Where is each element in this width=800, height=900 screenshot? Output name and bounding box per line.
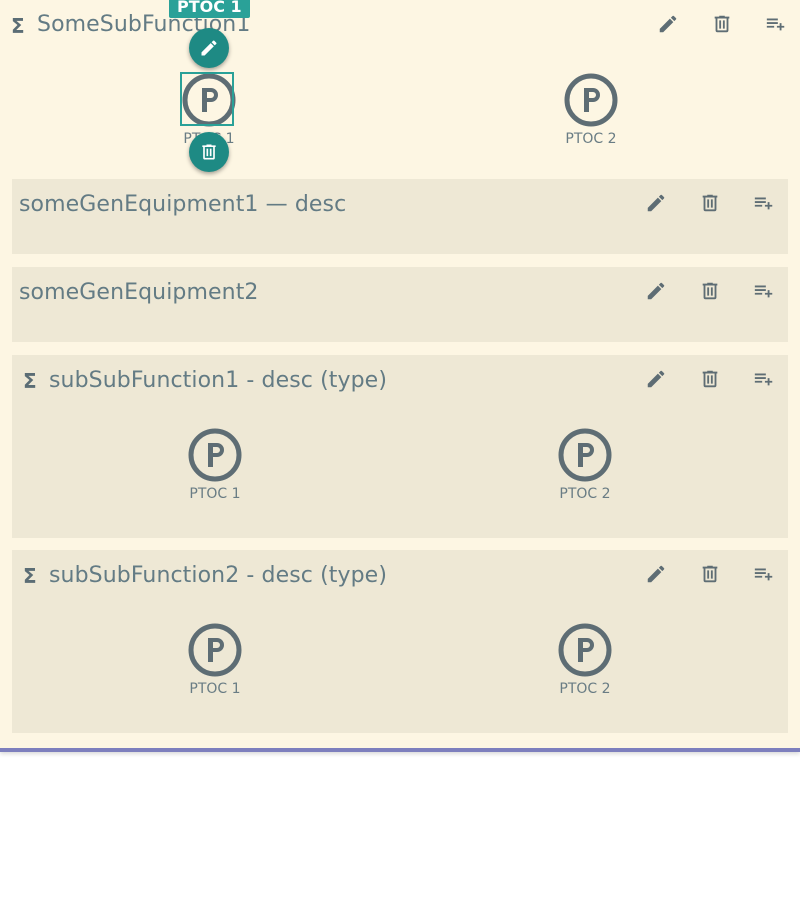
lnode-label: PTOC 1 <box>189 486 241 502</box>
playlist-add-icon <box>754 568 773 581</box>
pencil-icon <box>647 194 665 212</box>
lnode-ptoc-1[interactable]: PTOC 1 <box>160 427 270 502</box>
p-circle-icon <box>187 622 243 678</box>
playlist-add-icon <box>754 285 773 298</box>
equipment-card-1: someGenEquipment1 — desc <box>12 179 788 254</box>
edit-button[interactable] <box>643 561 669 587</box>
add-child-button[interactable] <box>751 278 777 304</box>
equipment-title: someGenEquipment2 <box>19 280 259 305</box>
selection-outline <box>180 72 234 126</box>
lnode-label: PTOC 1 <box>189 681 241 697</box>
delete-button[interactable] <box>709 11 735 37</box>
lnode-delete-fab[interactable] <box>189 132 229 172</box>
lnode-label: PTOC 2 <box>559 486 611 502</box>
lnode-edit-fab[interactable] <box>189 28 229 68</box>
playlist-add-icon <box>766 18 785 31</box>
pencil-icon <box>647 282 665 300</box>
delete-button[interactable] <box>697 190 723 216</box>
subsubfunction-card-1: Σ subSubFunction1 - desc (type) PTOC 1 P… <box>12 355 788 538</box>
edit-button[interactable] <box>655 11 681 37</box>
pencil-icon <box>647 565 665 583</box>
sigma-icon: Σ <box>11 14 25 38</box>
p-circle-icon <box>563 72 619 128</box>
trash-icon <box>702 282 718 300</box>
edit-button[interactable] <box>643 278 669 304</box>
subsubfunction-card-2: Σ subSubFunction2 - desc (type) PTOC 1 P… <box>12 550 788 733</box>
delete-button[interactable] <box>697 561 723 587</box>
p-circle-icon <box>557 622 613 678</box>
pencil-icon <box>647 370 665 388</box>
lnode-label: PTOC 2 <box>559 681 611 697</box>
subfunction-header: Σ SomeSubFunction1 <box>0 0 800 50</box>
add-child-button[interactable] <box>751 190 777 216</box>
lnode-ptoc-2[interactable]: PTOC 2 <box>530 622 640 697</box>
add-child-button[interactable] <box>751 561 777 587</box>
trash-icon <box>702 565 718 583</box>
edit-button[interactable] <box>643 366 669 392</box>
playlist-add-icon <box>754 373 773 386</box>
delete-button[interactable] <box>697 366 723 392</box>
lnode-label: PTOC 2 <box>565 131 617 147</box>
trash-icon <box>702 370 718 388</box>
equipment-title: someGenEquipment1 — desc <box>19 192 347 217</box>
p-circle-icon <box>557 427 613 483</box>
equipment-card-2: someGenEquipment2 <box>12 267 788 342</box>
lnode-ptoc-2[interactable]: PTOC 2 <box>536 72 646 147</box>
subsubfunction-title: subSubFunction1 - desc (type) <box>49 368 388 393</box>
pencil-icon <box>659 15 677 33</box>
playlist-add-icon <box>754 197 773 210</box>
lnode-ptoc-2[interactable]: PTOC 2 <box>530 427 640 502</box>
lnode-ptoc-1[interactable]: PTOC 1 <box>160 622 270 697</box>
sigma-icon: Σ <box>23 369 37 393</box>
edit-button[interactable] <box>643 190 669 216</box>
subsubfunction-title: subSubFunction2 - desc (type) <box>49 563 388 588</box>
pencil-icon <box>201 40 217 56</box>
delete-button[interactable] <box>697 278 723 304</box>
selected-tooltip: PTOC 1 <box>169 0 250 18</box>
trash-icon <box>702 194 718 212</box>
trash-icon <box>202 144 216 160</box>
function-editor: Σ SomeSubFunction1 PTOC 1 PTOC 2 PTOC 1 … <box>0 0 800 752</box>
add-child-button[interactable] <box>763 11 789 37</box>
add-child-button[interactable] <box>751 366 777 392</box>
trash-icon <box>714 15 730 33</box>
sigma-icon: Σ <box>23 564 37 588</box>
p-circle-icon <box>187 427 243 483</box>
